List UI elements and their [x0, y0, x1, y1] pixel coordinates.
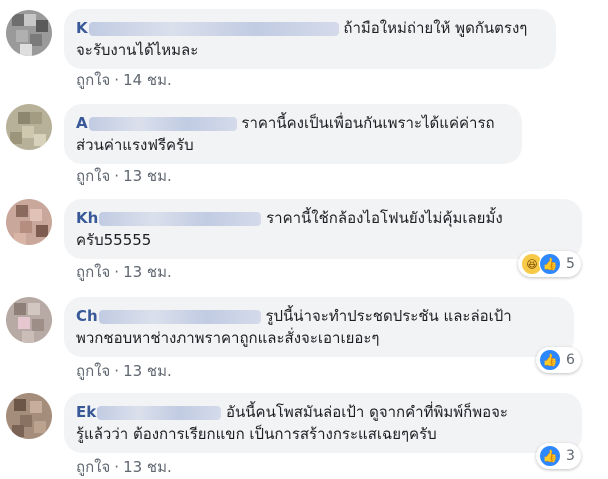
blurred-name	[88, 21, 339, 36]
separator-dot: ·	[114, 362, 120, 380]
like-link[interactable]: ถูกใจ	[76, 167, 110, 185]
reaction-summary[interactable]: 👍 3	[536, 443, 581, 469]
blurred-name	[88, 116, 237, 131]
comment-actions: ถูกใจ · 13 ชม.	[76, 164, 172, 188]
commenter-name[interactable]: Ch	[76, 305, 261, 327]
separator-dot: ·	[114, 263, 120, 281]
comment-actions: ถูกใจ · 13 ชม.	[76, 359, 172, 383]
like-icon: 👍	[539, 445, 561, 467]
avatar[interactable]	[6, 10, 52, 56]
like-link[interactable]: ถูกใจ	[76, 458, 110, 476]
comment-timestamp[interactable]: 13 ชม.	[123, 458, 172, 476]
avatar[interactable]	[6, 199, 52, 245]
avatar[interactable]	[6, 104, 52, 150]
comment-text: ส่วนค่าแรงฟรีครับ	[76, 136, 194, 154]
comment-text: พวกชอบหาช่างภาพราคาถูกและสั่งจะเอาเยอะๆ	[76, 329, 380, 347]
comment-bubble: K ถ้ามือใหม่ถ่ายให้ พูดกันตรงๆ จะรับงานไ…	[64, 9, 556, 69]
comment-bubble: Ch รูปนี้น่าจะทำประชดประชัน และล่อเป้า พ…	[64, 297, 574, 357]
comment-text: รู้แล้วว่า ต้องการเรียกแขก เป็นการสร้างก…	[76, 425, 437, 443]
comment-bubble: Ek อันนี้คนโพสมันล่อเป้า ดูจากคำที่พิมพ์…	[64, 393, 582, 453]
comment-bubble: Kh ราคานี้ใช้กล้องไอโฟนยังไม่คุ้มเลยมั้ง…	[64, 199, 582, 259]
reaction-summary[interactable]: 😆 👍 5	[518, 251, 581, 277]
comment-text: ครับ55555	[76, 231, 152, 249]
avatar[interactable]	[6, 393, 52, 439]
commenter-name[interactable]: Ek	[76, 401, 222, 423]
comment-bubble: A ราคานี้คงเป็นเพื่อนกันเพราะได้แค่ค่ารถ…	[64, 104, 522, 164]
separator-dot: ·	[114, 167, 120, 185]
comment-timestamp[interactable]: 13 ชม.	[123, 167, 172, 185]
like-link[interactable]: ถูกใจ	[76, 71, 110, 89]
like-link[interactable]: ถูกใจ	[76, 362, 110, 380]
comment-timestamp[interactable]: 14 ชม.	[123, 71, 172, 89]
commenter-name[interactable]: K	[76, 17, 339, 39]
separator-dot: ·	[114, 458, 120, 476]
reaction-count: 5	[566, 256, 575, 272]
reaction-count: 6	[566, 352, 575, 368]
like-icon: 👍	[539, 349, 561, 371]
avatar[interactable]	[6, 297, 52, 343]
comment-text: ถ้ามือใหม่ถ่ายให้ พูดกันตรงๆ	[343, 19, 528, 37]
comment-actions: ถูกใจ · 14 ชม.	[76, 68, 172, 92]
like-link[interactable]: ถูกใจ	[76, 263, 110, 281]
comment-text: จะรับงานได้ไหมละ	[76, 41, 199, 59]
comment-actions: ถูกใจ · 13 ชม.	[76, 260, 172, 284]
comment-text: รูปนี้น่าจะทำประชดประชัน และล่อเป้า	[265, 307, 512, 325]
comment-actions: ถูกใจ · 13 ชม.	[76, 455, 172, 479]
separator-dot: ·	[114, 71, 120, 89]
comment-timestamp[interactable]: 13 ชม.	[123, 263, 172, 281]
blurred-name	[99, 211, 262, 226]
reaction-summary[interactable]: 👍 6	[536, 347, 581, 373]
blurred-name	[98, 309, 261, 324]
reaction-count: 3	[566, 448, 575, 464]
like-icon: 👍	[539, 253, 561, 275]
commenter-name[interactable]: A	[76, 112, 237, 134]
commenter-name[interactable]: Kh	[76, 207, 262, 229]
comment-text: ราคานี้ใช้กล้องไอโฟนยังไม่คุ้มเลยมั้ง	[266, 209, 503, 227]
comment-text: อันนี้คนโพสมันล่อเป้า ดูจากคำที่พิมพ์ก็พ…	[226, 403, 508, 421]
comment-timestamp[interactable]: 13 ชม.	[123, 362, 172, 380]
blurred-name	[97, 405, 222, 420]
comment-text: ราคานี้คงเป็นเพื่อนกันเพราะได้แค่ค่ารถ	[241, 114, 495, 132]
